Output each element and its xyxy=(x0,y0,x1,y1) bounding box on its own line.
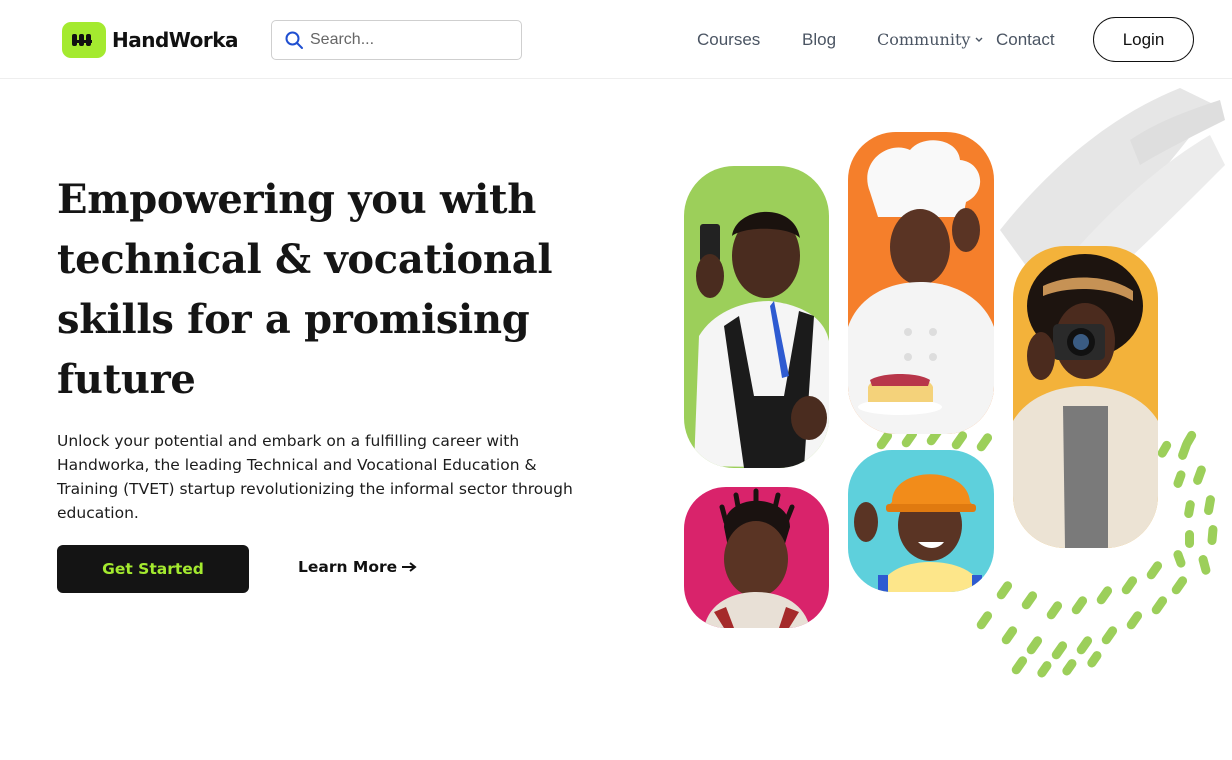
search-input[interactable] xyxy=(310,31,510,49)
chevron-down-icon xyxy=(975,37,983,42)
search-icon xyxy=(285,31,303,49)
photo-girl xyxy=(684,487,829,628)
arrow-right-icon xyxy=(402,562,417,572)
photo-barber xyxy=(684,166,829,468)
search-box[interactable] xyxy=(271,20,522,60)
nav-courses[interactable]: Courses xyxy=(697,30,760,50)
photo-chef xyxy=(848,132,994,434)
hero-title: Empowering you with technical & vocation… xyxy=(57,170,617,410)
logo-mark-icon xyxy=(62,22,106,58)
hero-title-line: Empowering you with xyxy=(57,176,537,223)
nav-community-label: Community xyxy=(877,30,971,49)
photo-photographer xyxy=(1013,246,1158,548)
nav-blog[interactable]: Blog xyxy=(802,30,836,50)
login-button[interactable]: Login xyxy=(1093,17,1194,62)
hero-title-line: future xyxy=(57,356,196,403)
brand-logo[interactable]: HandWorka xyxy=(62,22,239,58)
get-started-button[interactable]: Get Started xyxy=(57,545,249,593)
learn-more-label: Learn More xyxy=(298,558,398,576)
nav-contact[interactable]: Contact xyxy=(996,30,1055,50)
photo-builder xyxy=(848,450,994,592)
learn-more-link[interactable]: Learn More xyxy=(298,558,417,576)
hero-title-line: skills for a promising xyxy=(57,296,530,343)
hero-collage xyxy=(640,80,1232,700)
hero-description: Unlock your potential and embark on a fu… xyxy=(57,432,573,522)
nav-community[interactable]: Community xyxy=(877,30,984,49)
brand-name: HandWorka xyxy=(112,28,239,52)
site-header: HandWorka Courses Blog Community Contact… xyxy=(0,0,1232,79)
hero-title-line: technical & vocational xyxy=(57,236,553,283)
